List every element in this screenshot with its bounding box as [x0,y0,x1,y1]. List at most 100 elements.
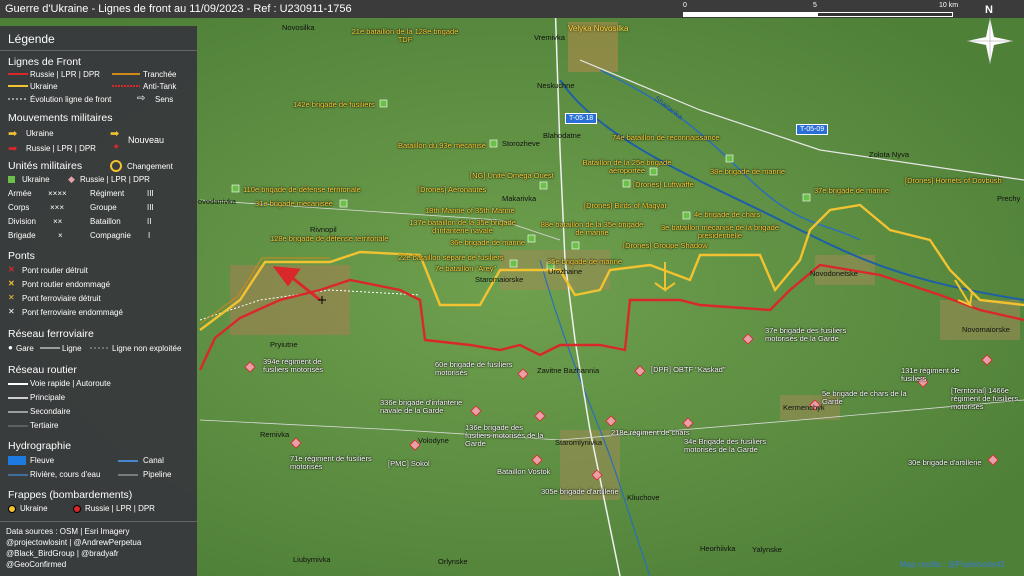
scale-bar: 0 5 10 km [683,2,973,18]
town-label: Prechy [997,194,1021,203]
russia-unit-label[interactable]: [Territorial] 1466e régiment de fusilier… [951,387,1024,411]
ukraine-unit-label[interactable]: [Drones] Hornets of Dovbush [905,176,1002,185]
legend-divider [0,521,197,522]
rank-cell: Brigade [8,231,36,240]
russia-unit-label[interactable]: 136e brigade des fusiliers motorisés de … [465,424,550,448]
ukraine-unit-label[interactable]: [Drones] Birds of Magyar [584,201,667,210]
road-badge: T-05-09 [796,124,829,135]
ukraine-unit-label[interactable]: 7e bataillon "Arey" [435,264,496,273]
town-label: Volodyne [418,436,449,445]
rank-cell: Compagnie [90,231,131,240]
town-label: Zavitne Bazhannia [537,366,600,375]
rank-cell: III [147,203,154,212]
ukraine-unit-label[interactable]: [Drones] Luftwaffe [633,180,694,189]
scale-label-5: 5 [813,2,817,9]
ukraine-unit-label[interactable]: 35e brigade de marine [547,257,622,266]
scale-segment-1 [683,12,817,17]
russia-unit-label[interactable]: 37e brigade des fusiliers motorisés de l… [765,327,865,343]
front-lines-heading: Lignes de Front [8,56,81,68]
ukraine-unit-label[interactable]: 3e bataillon mécanisé de la brigade prés… [655,224,785,240]
legend-russia-line: Russie | LPR | DPR [30,70,100,79]
legend-road-0: Voie rapide | Autoroute [30,379,111,388]
legend-title: Légende [8,32,55,46]
rank-cell: Armée [8,189,32,198]
russia-unit-label[interactable]: 71e régiment de fusiliers motorisés [290,455,375,471]
legend-move-russia: Russie | LPR | DPR [26,144,96,153]
russia-unit-icon: ◆ [68,174,75,184]
russia-unit-label[interactable]: [DPR] OBTF "Kaskad" [651,366,726,374]
town-label: Rivnopil [310,225,337,234]
russia-unit-label[interactable]: 394e régiment de fusiliers motorisés [263,358,338,374]
legend-rail-station: Gare [16,344,34,353]
ukraine-unit-label[interactable]: 4e brigade de chars [694,210,760,219]
source-line: @GeoConfirmed [6,560,67,569]
change-circle-icon [110,160,122,172]
river-fill-icon [8,456,26,465]
russia-unit-label[interactable]: 131e régiment de fusiliers [901,367,976,383]
town-label: Remivka [260,430,290,439]
legend-unit-ukraine: Ukraine [22,175,50,184]
legend-bridge-1: Pont routier endommagé [22,280,111,289]
town-label-major: Velyka Novosilka [568,24,629,33]
ukraine-unit-label[interactable]: 137e bataillon de la 35e brigade d'infan… [400,219,525,235]
town-label: ovodanivka [198,197,236,206]
ukraine-unit-label[interactable]: 22e bataillon séparé de fusiliers [398,253,503,262]
russia-unit-label[interactable]: Bataillon Vostok [497,468,550,476]
rank-cell: ××× [50,203,65,212]
town-label: Pryiutne [270,340,298,349]
ukraine-unit-label[interactable]: 38e brigade de marine [710,167,785,176]
legend-change: Changement [127,162,173,171]
hydro-heading: Hydrographie [8,440,72,452]
ukraine-unit-label[interactable]: 37e brigade de marine [814,186,889,195]
ukraine-unit-label[interactable]: 18th Marine of 35th Marine [425,206,515,215]
ukraine-unit-label[interactable]: 31e brigade mécanisée [255,199,333,208]
ukraine-unit-label[interactable]: [NG] Unité Omega Ouest [470,171,554,180]
russia-unit-label[interactable]: 30e brigade d'artillerie [908,459,982,467]
russia-unit-label[interactable]: 60e brigade de fusiliers motorisés [435,361,520,377]
town-label: Staromaiorske [475,275,524,284]
ukraine-unit-label[interactable]: 142e brigade de fusiliers [293,100,375,109]
rank-cell: ×× [53,217,63,226]
ukraine-unit-label[interactable]: 21e bataillon de la 128e brigade TDF [350,28,460,44]
ukraine-unit-label[interactable]: 128e brigade de défense territoriale [270,234,388,243]
source-line: @Black_BirdGroup | @bradyafr [6,549,119,558]
bridges-heading: Ponts [8,250,35,262]
ukraine-unit-label[interactable]: 88e bataillon de la 35e brigade de marin… [537,221,647,237]
russia-unit-label[interactable]: 5e brigade de chars de la Garde [822,390,907,406]
ukraine-move-arrow-icon: ➡ [8,128,18,140]
rank-cell: Division [8,217,37,226]
town-label: Neskuchne [537,81,575,90]
town-label: Staromlynivka [555,438,603,447]
ukraine-unit-label[interactable]: 74e bataillon de reconnaissance [612,133,720,142]
legend-strike-ukraine: Ukraine [20,504,48,513]
road-heading: Réseau routier [8,364,77,376]
rank-cell: I [148,231,151,240]
road-bridge-damaged-icon: ✕ [8,279,15,288]
russia-unit-label[interactable]: 305e brigade d'artillerie [541,488,619,496]
legend-front-evolution: Évolution ligne de front [30,95,112,104]
ukraine-unit-label[interactable]: 36e brigade de marine [450,238,525,247]
ukraine-unit-label[interactable]: Bataillon du 93e mécanisé [398,141,486,150]
ukraine-unit-label[interactable]: [Drones] Aéronautes [418,185,486,194]
road-bridge-destroyed-icon: ✕ [8,265,15,274]
rail-heading: Réseau ferroviaire [8,328,94,340]
rail-bridge-damaged-icon: ✕ [8,307,15,316]
ukraine-unit-label[interactable]: [Drones] Groupe Shadow [623,241,708,250]
legend-divider [0,50,197,51]
legend-hydro-0: Fleuve [30,456,55,465]
town-label: Storozheve [502,139,540,148]
russia-unit-label[interactable]: [PMC] Sokol [388,460,430,468]
town-label: Heorhiivka [700,544,736,553]
units-heading: Unités militaires [8,160,83,172]
russia-unit-label[interactable]: 218e régiment de chars [611,429,690,437]
legend-ukraine-line: Ukraine [30,82,58,91]
ukraine-unit-label[interactable]: Bataillon de la 25e brigade aéroportée [582,159,672,175]
ukraine-unit-label[interactable]: 110e brigade de défense territoriale [243,185,361,194]
scale-segment-2 [817,12,953,17]
russia-unit-label[interactable]: 34e Brigade des fusiliers motorisés de l… [684,438,774,454]
new-russia-icon: ✦ [112,142,121,153]
russia-unit-label[interactable]: 336e brigade d'infanterie navale de la G… [380,399,480,415]
north-label: N [985,4,993,16]
legend-move-new: Nouveau [128,135,165,145]
legend-strike-russia: Russie | LPR | DPR [85,504,155,513]
